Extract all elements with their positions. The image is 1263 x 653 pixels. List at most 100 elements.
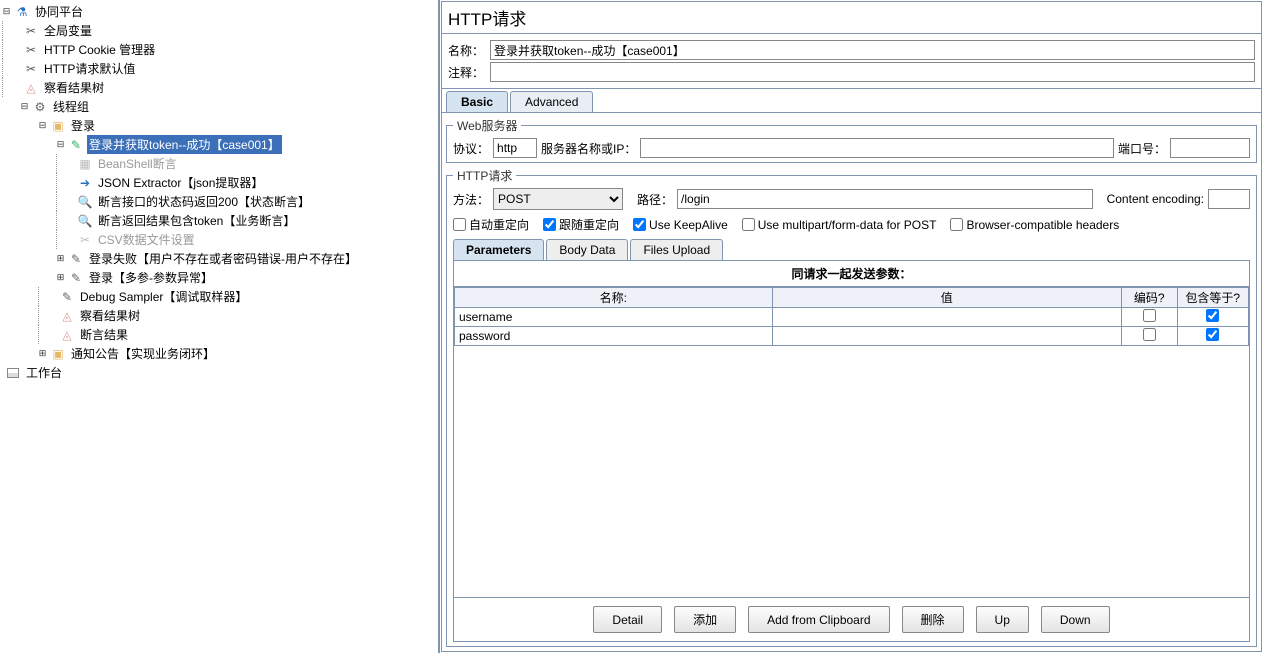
tree-node[interactable]: ⊞✎登录失败【用户不存在或者密码错误-用户不存在】 bbox=[2, 249, 438, 268]
btn-detail[interactable]: Detail bbox=[593, 606, 662, 633]
cell-name[interactable]: username bbox=[455, 308, 773, 327]
toggle-icon[interactable]: ⊟ bbox=[56, 140, 65, 149]
server-label: 服务器名称或IP： bbox=[541, 140, 636, 157]
toggle-icon[interactable]: ⊟ bbox=[38, 121, 47, 130]
btn-delete[interactable]: 删除 bbox=[902, 606, 964, 633]
name-label: 名称： bbox=[448, 42, 484, 59]
tree-node[interactable]: ✂HTTP Cookie 管理器 bbox=[2, 40, 438, 59]
col-value: 值 bbox=[772, 288, 1121, 308]
protocol-input[interactable] bbox=[493, 138, 537, 158]
port-label: 端口号： bbox=[1118, 140, 1166, 157]
tree-node-root[interactable]: ⊟ ⚗ 协同平台 bbox=[2, 2, 438, 21]
name-input[interactable] bbox=[490, 40, 1255, 60]
cb-multipart[interactable]: Use multipart/form-data for POST bbox=[742, 218, 937, 232]
parameters-area: 同请求一起发送参数： 名称: 值 编码? 包含等于? usernamepassw… bbox=[453, 261, 1250, 642]
sampler-icon: ✎ bbox=[68, 137, 84, 153]
main-tabs: Basic Advanced bbox=[442, 91, 1261, 113]
cell-value[interactable] bbox=[772, 327, 1121, 346]
tree-icon: ◬ bbox=[59, 308, 75, 324]
cb-keepalive[interactable]: Use KeepAlive bbox=[633, 218, 728, 232]
tree-icon: ◬ bbox=[23, 80, 39, 96]
cell-name[interactable]: password bbox=[455, 327, 773, 346]
bean-icon: ▦ bbox=[77, 156, 93, 172]
tree-node[interactable]: ✂HTTP请求默认值 bbox=[2, 59, 438, 78]
server-input[interactable] bbox=[640, 138, 1114, 158]
cell-value[interactable] bbox=[772, 308, 1121, 327]
flask-icon: ⚗ bbox=[14, 4, 30, 20]
sampler-icon: ✎ bbox=[68, 270, 84, 286]
sampler-icon: ✎ bbox=[59, 289, 75, 305]
tree-node[interactable]: ✎Debug Sampler【调试取样器】 bbox=[2, 287, 438, 306]
gear-icon: ⚙ bbox=[32, 99, 48, 115]
table-row[interactable]: username bbox=[455, 308, 1249, 327]
httpreq-legend: HTTP请求 bbox=[453, 167, 516, 184]
tree-node[interactable]: ◬察看结果树 bbox=[2, 78, 438, 97]
tools-icon: ✂ bbox=[23, 42, 39, 58]
cell-include[interactable] bbox=[1177, 308, 1248, 327]
folder-icon: ▣ bbox=[50, 346, 66, 362]
cb-browser-headers[interactable]: Browser-compatible headers bbox=[950, 218, 1119, 232]
toggle-icon[interactable]: ⊟ bbox=[2, 7, 11, 16]
node-label: 协同平台 bbox=[33, 2, 85, 21]
encoding-input[interactable] bbox=[1208, 189, 1250, 209]
cb-follow-redirect[interactable]: 跟随重定向 bbox=[543, 216, 619, 233]
params-title: 同请求一起发送参数： bbox=[454, 261, 1249, 287]
tab-files-upload[interactable]: Files Upload bbox=[630, 239, 723, 260]
tree-node[interactable]: ⊟▣登录 bbox=[2, 116, 438, 135]
tree-node[interactable]: ✂CSV数据文件设置 bbox=[2, 230, 438, 249]
path-label: 路径： bbox=[637, 191, 673, 208]
port-input[interactable] bbox=[1170, 138, 1250, 158]
path-input[interactable] bbox=[677, 189, 1093, 209]
col-name: 名称: bbox=[455, 288, 773, 308]
tools-icon: ✂ bbox=[23, 61, 39, 77]
col-encode: 编码? bbox=[1121, 288, 1177, 308]
magnifier-icon: 🔍 bbox=[77, 213, 93, 229]
tree-node[interactable]: ◬察看结果树 bbox=[2, 306, 438, 325]
toggle-icon[interactable]: ⊞ bbox=[38, 349, 47, 358]
tab-basic[interactable]: Basic bbox=[446, 91, 508, 112]
tree-node[interactable]: 🔍断言接口的状态码返回200【状态断言】 bbox=[2, 192, 438, 211]
encoding-label: Content encoding: bbox=[1107, 192, 1204, 206]
http-request-panel: HTTP请求 名称： 注释： Basic Advanced Web服务器 协议：… bbox=[441, 1, 1262, 652]
cb-auto-redirect[interactable]: 自动重定向 bbox=[453, 216, 529, 233]
tab-body-data[interactable]: Body Data bbox=[546, 239, 628, 260]
cell-encode[interactable] bbox=[1121, 327, 1177, 346]
tree-icon: ◬ bbox=[59, 327, 75, 343]
workbench-icon bbox=[5, 365, 21, 381]
comment-input[interactable] bbox=[490, 62, 1255, 82]
cell-include[interactable] bbox=[1177, 327, 1248, 346]
btn-add-clipboard[interactable]: Add from Clipboard bbox=[748, 606, 889, 633]
tab-advanced[interactable]: Advanced bbox=[510, 91, 593, 112]
panel-title: HTTP请求 bbox=[442, 2, 1261, 34]
sampler-icon: ✎ bbox=[68, 251, 84, 267]
tree-node-selected[interactable]: ⊟✎登录并获取token--成功【case001】 bbox=[2, 135, 438, 154]
magnifier-icon: 🔍 bbox=[77, 194, 93, 210]
btn-add[interactable]: 添加 bbox=[674, 606, 736, 633]
tree-node[interactable]: ▦BeanShell断言 bbox=[2, 154, 438, 173]
tree-node[interactable]: 🔍断言返回结果包含token【业务断言】 bbox=[2, 211, 438, 230]
toggle-icon[interactable]: ⊟ bbox=[20, 102, 29, 111]
cell-encode[interactable] bbox=[1121, 308, 1177, 327]
webserver-legend: Web服务器 bbox=[453, 117, 521, 134]
btn-down[interactable]: Down bbox=[1041, 606, 1110, 633]
tree-node[interactable]: ✂全局变量 bbox=[2, 21, 438, 40]
tree-node[interactable]: ➔JSON Extractor【json提取器】 bbox=[2, 173, 438, 192]
method-select[interactable]: POST bbox=[493, 188, 623, 210]
toggle-icon[interactable]: ⊞ bbox=[56, 273, 65, 282]
table-row[interactable]: password bbox=[455, 327, 1249, 346]
protocol-label: 协议： bbox=[453, 140, 489, 157]
tree-node-workbench[interactable]: 工作台 bbox=[2, 363, 438, 382]
comment-label: 注释： bbox=[448, 64, 484, 81]
tab-parameters[interactable]: Parameters bbox=[453, 239, 544, 260]
toggle-icon[interactable]: ⊞ bbox=[56, 254, 65, 263]
params-table[interactable]: 名称: 值 编码? 包含等于? usernamepassword bbox=[454, 287, 1249, 346]
test-plan-tree: ⊟ ⚗ 协同平台 ✂全局变量 ✂HTTP Cookie 管理器 ✂HTTP请求默… bbox=[0, 0, 440, 653]
method-label: 方法： bbox=[453, 191, 489, 208]
tree-node[interactable]: ⊞▣通知公告【实现业务闭环】 bbox=[2, 344, 438, 363]
btn-up[interactable]: Up bbox=[976, 606, 1029, 633]
tree-node[interactable]: ◬断言结果 bbox=[2, 325, 438, 344]
folder-icon: ▣ bbox=[50, 118, 66, 134]
arrow-right-icon: ➔ bbox=[77, 175, 93, 191]
tree-node[interactable]: ⊞✎登录【多参-参数异常】 bbox=[2, 268, 438, 287]
tree-node[interactable]: ⊟⚙线程组 bbox=[2, 97, 438, 116]
